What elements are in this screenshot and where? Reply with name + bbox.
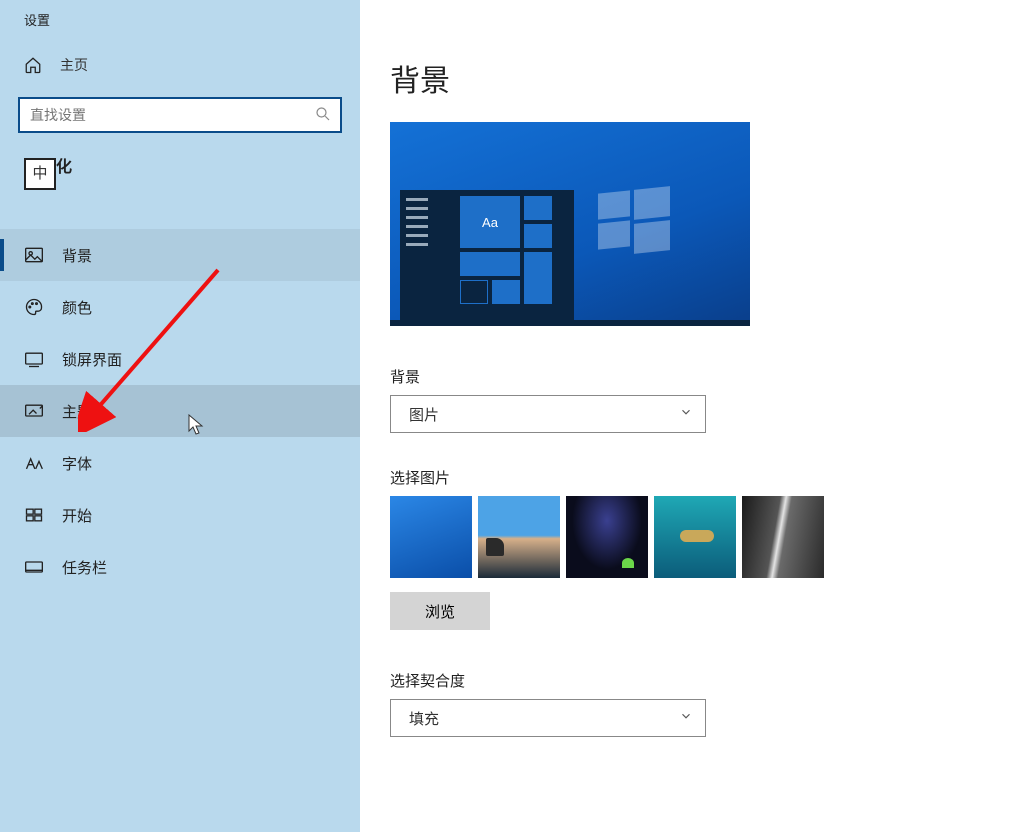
dropdown-value: 图片 — [409, 404, 439, 425]
chevron-down-icon — [679, 405, 693, 423]
wallpaper-thumb-2[interactable] — [478, 496, 560, 578]
fonts-icon — [24, 454, 44, 472]
sidebar-item-label: 开始 — [62, 505, 92, 526]
nav-list: 背景 颜色 锁屏界面 主题 字体 — [0, 229, 360, 593]
themes-icon — [24, 402, 44, 420]
preview-tile-aa: Aa — [460, 196, 520, 248]
wallpaper-thumb-1[interactable] — [390, 496, 472, 578]
browse-button[interactable]: 浏览 — [390, 592, 490, 630]
palette-icon — [24, 297, 44, 317]
sidebar-item-colors[interactable]: 颜色 — [0, 281, 360, 333]
fit-dropdown[interactable]: 填充 — [390, 699, 706, 737]
sidebar-item-lockscreen[interactable]: 锁屏界面 — [0, 333, 360, 385]
sidebar-item-start[interactable]: 开始 — [0, 489, 360, 541]
content-area: 背景 Aa 背景 图片 选择图片 — [360, 0, 1032, 832]
image-thumbnails — [390, 496, 1002, 578]
ime-badge: 中 — [24, 158, 56, 190]
lockscreen-icon — [24, 350, 44, 368]
start-icon — [24, 506, 44, 524]
wallpaper-thumb-5[interactable] — [742, 496, 824, 578]
sidebar-item-fonts[interactable]: 字体 — [0, 437, 360, 489]
sidebar-item-label: 任务栏 — [62, 557, 107, 578]
background-type-label: 背景 — [390, 366, 1002, 387]
wallpaper-thumb-4[interactable] — [654, 496, 736, 578]
search-input[interactable] — [18, 97, 342, 133]
sidebar-item-label: 字体 — [62, 453, 92, 474]
picture-icon — [24, 246, 44, 264]
sidebar-item-label: 主题 — [62, 401, 92, 422]
sidebar-item-label: 背景 — [62, 245, 92, 266]
taskbar-icon — [24, 558, 44, 576]
sidebar-item-background[interactable]: 背景 — [0, 229, 360, 281]
sidebar-item-themes[interactable]: 主题 — [0, 385, 360, 437]
search-icon — [314, 105, 332, 126]
fit-label: 选择契合度 — [390, 670, 1002, 691]
home-icon — [24, 56, 42, 74]
sidebar-item-taskbar[interactable]: 任务栏 — [0, 541, 360, 593]
home-nav[interactable]: 主页 — [0, 47, 360, 83]
app-title: 设置 — [0, 6, 360, 47]
chevron-down-icon — [679, 709, 693, 727]
dropdown-value: 填充 — [409, 708, 439, 729]
page-title: 背景 — [390, 56, 1002, 100]
sidebar: 设置 主页 中 个性化 背景 颜色 — [0, 0, 360, 832]
sidebar-item-label: 锁屏界面 — [62, 349, 122, 370]
choose-image-label: 选择图片 — [390, 467, 1002, 488]
search-wrap — [18, 97, 342, 133]
home-label: 主页 — [60, 55, 88, 75]
windows-logo-icon — [598, 192, 670, 252]
wallpaper-thumb-3[interactable] — [566, 496, 648, 578]
sidebar-item-label: 颜色 — [62, 297, 92, 318]
background-type-dropdown[interactable]: 图片 — [390, 395, 706, 433]
theme-preview: Aa — [390, 122, 750, 326]
